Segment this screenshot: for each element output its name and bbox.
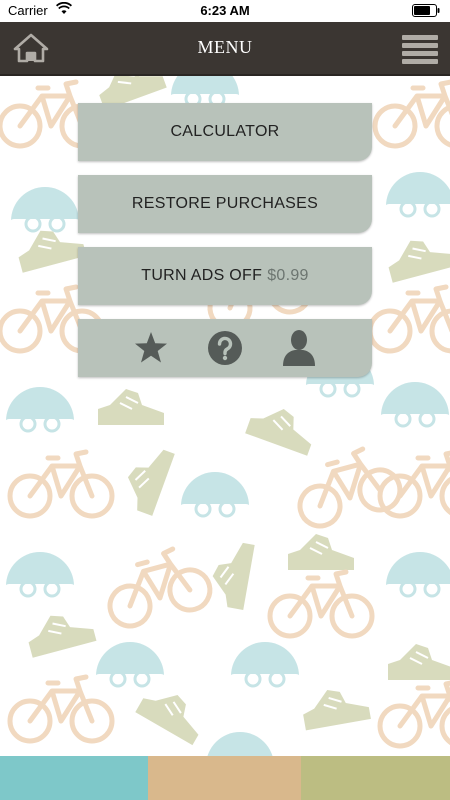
help-button[interactable] — [206, 329, 244, 367]
turn-ads-off-button-label: TURN ADS OFF — [141, 267, 263, 284]
rate-button[interactable] — [132, 329, 170, 367]
footer-strip-teal — [0, 756, 148, 800]
profile-icon — [283, 330, 315, 366]
footer-strip-olive — [301, 756, 450, 800]
footer-strip-tan — [148, 756, 301, 800]
hamburger-menu-icon[interactable] — [402, 34, 438, 64]
restore-purchases-button[interactable]: RESTORE PURCHASES — [78, 175, 372, 233]
calculator-button-label: CALCULATOR — [170, 123, 280, 140]
star-icon — [135, 332, 167, 363]
help-icon — [208, 331, 242, 365]
icon-button-row — [78, 319, 372, 377]
calculator-button[interactable]: CALCULATOR — [78, 103, 372, 161]
clock: 6:23 AM — [200, 3, 250, 18]
app-header: MENU — [0, 22, 450, 76]
turn-ads-off-button[interactable]: TURN ADS OFF $0.99 — [78, 247, 372, 305]
profile-button[interactable] — [280, 329, 318, 367]
turn-ads-off-price: $0.99 — [267, 267, 309, 284]
restore-purchases-button-label: RESTORE PURCHASES — [131, 195, 319, 212]
battery-icon — [412, 4, 440, 17]
page-title: MENU — [197, 37, 253, 57]
status-bar: Carrier 6:23 AM — [0, 0, 450, 22]
